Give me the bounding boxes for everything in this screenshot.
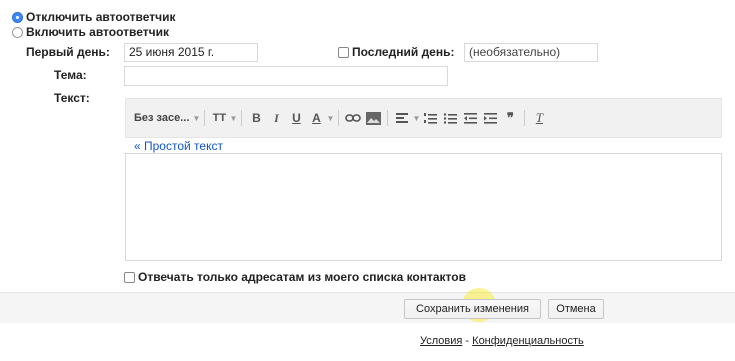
toolbar-divider <box>524 110 526 126</box>
italic-icon[interactable]: I <box>266 108 286 128</box>
chevron-down-icon[interactable]: ▼ <box>229 108 237 128</box>
last-day-checkbox[interactable] <box>338 47 349 59</box>
plain-text-link[interactable]: « Простой текст <box>134 139 223 153</box>
terms-link[interactable]: Условия <box>420 335 462 347</box>
autoresponder-on-radio[interactable] <box>12 26 23 38</box>
subject-input[interactable] <box>124 66 448 86</box>
first-day-input[interactable]: 25 июня 2015 г. <box>124 43 258 62</box>
font-size-icon[interactable]: TT <box>209 108 229 128</box>
text-color-icon[interactable]: A <box>306 108 326 128</box>
footer-separator: - <box>465 335 470 347</box>
toolbar-divider <box>387 110 389 126</box>
indent-more-icon[interactable] <box>480 108 500 128</box>
chevron-down-icon[interactable]: ▼ <box>412 108 420 128</box>
align-icon[interactable] <box>392 108 412 128</box>
save-button[interactable]: Сохранить изменения <box>404 299 541 319</box>
first-day-label: Первый день: <box>26 45 110 59</box>
image-icon[interactable] <box>363 108 383 128</box>
last-day-label: Последний день: <box>352 45 455 59</box>
link-icon[interactable] <box>343 108 363 128</box>
toolbar-divider <box>338 110 340 126</box>
indent-less-icon[interactable] <box>460 108 480 128</box>
text-label: Текст: <box>54 91 90 105</box>
autoresponder-on-option[interactable]: Включить автоответчик <box>12 25 169 39</box>
contacts-only-checkbox[interactable] <box>124 272 135 284</box>
action-bar <box>0 292 735 323</box>
font-family-select[interactable]: Без засе... <box>134 108 192 128</box>
autoresponder-off-label[interactable]: Отключить автоответчик <box>26 10 176 24</box>
subject-label: Тема: <box>54 68 87 82</box>
toolbar-divider <box>241 110 243 126</box>
chevron-down-icon[interactable]: ▼ <box>192 108 200 128</box>
bold-icon[interactable]: B <box>246 108 266 128</box>
numbered-list-icon[interactable] <box>420 108 440 128</box>
formatting-toolbar: Без засе... ▼ TT ▼ B I U A ▼ ▼ ❞ T <box>125 98 722 138</box>
footer-links: Условия - Конфиденциальность <box>420 335 584 347</box>
last-day-option[interactable]: Последний день: <box>338 45 454 59</box>
bulleted-list-icon[interactable] <box>440 108 460 128</box>
privacy-link[interactable]: Конфиденциальность <box>472 335 584 347</box>
contacts-only-option[interactable]: Отвечать только адресатам из моего списк… <box>124 270 466 284</box>
underline-icon[interactable]: U <box>286 108 306 128</box>
autoresponder-on-label[interactable]: Включить автоответчик <box>26 25 169 39</box>
toolbar-divider <box>204 110 206 126</box>
quote-icon[interactable]: ❞ <box>500 108 520 128</box>
chevron-down-icon[interactable]: ▼ <box>326 108 334 128</box>
last-day-input[interactable]: (необязательно) <box>464 43 598 62</box>
message-body-editor[interactable] <box>125 153 722 261</box>
clear-formatting-icon[interactable]: T <box>529 108 549 128</box>
cancel-button[interactable]: Отмена <box>548 299 604 319</box>
autoresponder-off-radio[interactable] <box>12 11 23 23</box>
contacts-only-label: Отвечать только адресатам из моего списк… <box>138 270 466 284</box>
autoresponder-off-option[interactable]: Отключить автоответчик <box>12 10 176 24</box>
